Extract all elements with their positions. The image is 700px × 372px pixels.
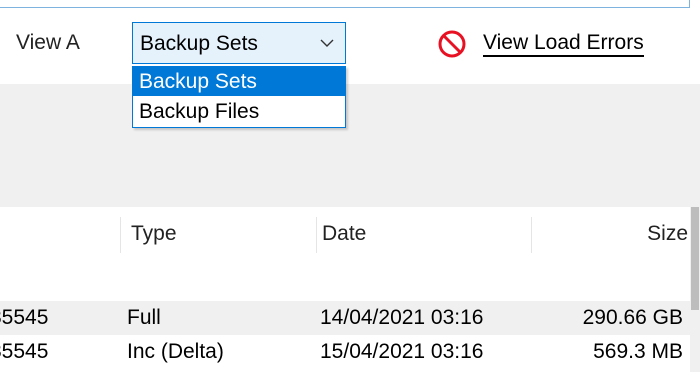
table-spacer-row	[0, 262, 700, 304]
panel-border	[0, 0, 690, 8]
table-row[interactable]: 35545 Inc (Delta) 15/04/2021 03:16 569.3…	[0, 335, 690, 369]
vertical-scrollbar[interactable]	[690, 207, 700, 372]
column-divider[interactable]	[531, 217, 532, 253]
filter-panel: View A Backup Sets View Load Errors	[0, 0, 700, 84]
cell-size: 290.66 GB	[582, 306, 683, 329]
cell-id: 35545	[0, 306, 49, 329]
table-row[interactable]: 35545 Full 14/04/2021 03:16 290.66 GB	[0, 301, 690, 335]
table-header: Type Date Size	[0, 207, 700, 262]
column-header-size[interactable]: Size	[647, 222, 688, 246]
column-header-date[interactable]: Date	[322, 222, 366, 246]
dropdown-option-backup-sets[interactable]: Backup Sets	[133, 67, 345, 96]
column-header-type[interactable]: Type	[131, 222, 177, 246]
cell-date: 14/04/2021 03:16	[320, 306, 484, 329]
column-divider[interactable]	[120, 217, 121, 253]
combobox-value: Backup Sets	[140, 32, 258, 55]
scrollbar-thumb[interactable]	[691, 207, 699, 310]
cell-size: 569.3 MB	[593, 340, 683, 363]
view-as-label: View A	[16, 31, 80, 54]
cell-id: 35545	[0, 340, 49, 363]
cell-date: 15/04/2021 03:16	[320, 340, 484, 363]
chevron-down-icon	[320, 39, 334, 47]
view-as-combobox[interactable]: Backup Sets	[132, 22, 346, 64]
no-entry-icon	[438, 30, 466, 58]
view-as-dropdown-list[interactable]: Backup Sets Backup Files	[132, 66, 346, 128]
cell-type: Inc (Delta)	[127, 340, 224, 363]
cell-type: Full	[127, 306, 161, 329]
dropdown-option-backup-files[interactable]: Backup Files	[133, 97, 345, 126]
column-divider[interactable]	[316, 217, 317, 253]
backup-table: Type Date Size 35545 Full 14/04/2021 03:…	[0, 207, 700, 372]
view-load-errors-label: View Load Errors	[483, 31, 644, 57]
